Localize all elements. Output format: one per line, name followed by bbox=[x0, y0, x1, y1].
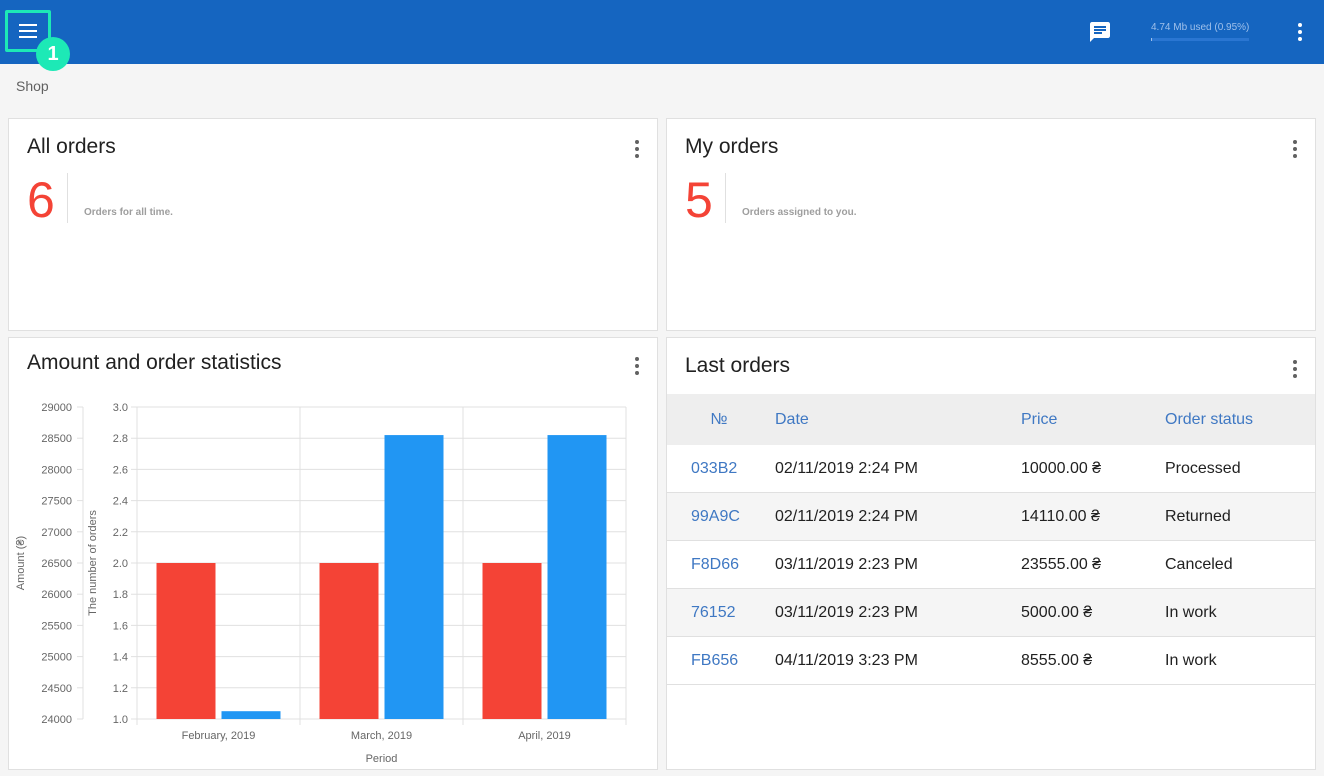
y-left-tick-label: 28500 bbox=[41, 433, 72, 445]
order-date: 02/11/2019 2:24 PM bbox=[775, 492, 1021, 541]
step-badge: 1 bbox=[36, 37, 70, 71]
more-vert-icon[interactable] bbox=[629, 356, 645, 376]
order-price: 8555.00 ₴ bbox=[1021, 636, 1165, 685]
my-orders-card: My orders 5 Orders assigned to you. bbox=[666, 118, 1316, 331]
all-orders-caption: Orders for all time. bbox=[84, 207, 173, 218]
y-left-tick-label: 25500 bbox=[41, 620, 72, 632]
x-tick-label: March, 2019 bbox=[351, 730, 412, 742]
order-price: 23555.00 ₴ bbox=[1021, 540, 1165, 589]
order-date: 04/11/2019 3:23 PM bbox=[775, 636, 1021, 685]
column-header-number[interactable]: № bbox=[667, 394, 775, 445]
y-right-tick-label: 2.4 bbox=[113, 496, 128, 508]
y-left-tick-label: 29000 bbox=[41, 402, 72, 414]
more-vert-icon[interactable] bbox=[1290, 22, 1310, 42]
last-orders-card: Last orders № Date Price Order status 03… bbox=[666, 337, 1316, 770]
menu-icon bbox=[19, 24, 37, 38]
y-left-tick-label: 24000 bbox=[41, 714, 72, 726]
table-row[interactable]: F8D66 03/11/2019 2:23 PM 23555.00 ₴ Canc… bbox=[667, 540, 1315, 589]
order-statistics-chart: 3.0 2.8 2.6 2.4 2.2 2.0 1.8 1.6 1.4 1.2 1.0 29000 28… bbox=[15, 402, 627, 765]
y-right-tick-label: 1.6 bbox=[113, 620, 128, 632]
divider bbox=[725, 173, 726, 223]
table-row[interactable]: 76152 03/11/2019 2:23 PM 5000.00 ₴ In wo… bbox=[667, 588, 1315, 637]
y-left-tick-label: 26500 bbox=[41, 558, 72, 570]
storage-usage: 4.74 Mb used (0.95%) bbox=[1151, 22, 1249, 41]
breadcrumb[interactable]: Shop bbox=[16, 78, 49, 94]
more-vert-icon[interactable] bbox=[1287, 359, 1303, 379]
table-row[interactable]: 99A9C 02/11/2019 2:24 PM 14110.00 ₴ Retu… bbox=[667, 492, 1315, 541]
table-header-row: № Date Price Order status bbox=[667, 394, 1315, 445]
order-id-link[interactable]: 033B2 bbox=[667, 445, 775, 493]
x-tick-label: February, 2019 bbox=[182, 730, 256, 742]
card-title: Amount and order statistics bbox=[27, 351, 282, 374]
more-vert-icon[interactable] bbox=[1287, 139, 1303, 159]
all-orders-card: All orders 6 Orders for all time. bbox=[8, 118, 658, 331]
all-orders-count: 6 bbox=[27, 172, 55, 228]
y-right-tick-label: 2.8 bbox=[113, 433, 128, 445]
storage-usage-text: 4.74 Mb used (0.95%) bbox=[1151, 22, 1250, 33]
x-tick-label: April, 2019 bbox=[518, 730, 571, 742]
app-bar: 1 4.74 Mb used (0.95%) bbox=[0, 0, 1324, 71]
y-left-tick-label: 26000 bbox=[41, 589, 72, 601]
order-status: Returned bbox=[1165, 492, 1315, 541]
order-price: 14110.00 ₴ bbox=[1021, 492, 1165, 541]
order-status: In work bbox=[1165, 588, 1315, 637]
y-right-tick-label: 1.4 bbox=[113, 652, 128, 664]
column-header-price[interactable]: Price bbox=[1021, 394, 1165, 445]
y-right-tick-label: 2.6 bbox=[113, 464, 128, 476]
chart-bar bbox=[482, 563, 542, 719]
chart-bar bbox=[221, 711, 281, 719]
table-row[interactable]: 033B2 02/11/2019 2:24 PM 10000.00 ₴ Proc… bbox=[667, 445, 1315, 493]
order-date: 03/11/2019 2:23 PM bbox=[775, 588, 1021, 637]
card-title: Last orders bbox=[685, 354, 791, 377]
order-id-link[interactable]: 76152 bbox=[667, 588, 775, 637]
my-orders-caption: Orders assigned to you. bbox=[742, 207, 857, 218]
chart-bar bbox=[547, 435, 607, 719]
chart-bar bbox=[319, 563, 379, 719]
chat-icon[interactable] bbox=[1088, 20, 1112, 44]
y-left-tick-label: 27000 bbox=[41, 527, 72, 539]
order-id-link[interactable]: F8D66 bbox=[667, 540, 775, 589]
chart-bar bbox=[156, 563, 216, 719]
order-id-link[interactable]: FB656 bbox=[667, 636, 775, 685]
table-row[interactable]: FB656 04/11/2019 3:23 PM 8555.00 ₴ In wo… bbox=[667, 636, 1315, 685]
more-vert-icon[interactable] bbox=[629, 139, 645, 159]
y-left-axis-label: Amount (₴) bbox=[15, 536, 27, 590]
order-price: 10000.00 ₴ bbox=[1021, 445, 1165, 493]
y-right-axis-label: The number of orders bbox=[87, 510, 99, 616]
y-right-tick-label: 1.0 bbox=[113, 714, 128, 726]
order-date: 03/11/2019 2:23 PM bbox=[775, 540, 1021, 589]
column-header-status[interactable]: Order status bbox=[1165, 394, 1315, 445]
y-left-tick-label: 27500 bbox=[41, 496, 72, 508]
order-status: In work bbox=[1165, 636, 1315, 685]
y-left-tick-label: 28000 bbox=[41, 464, 72, 476]
order-status: Processed bbox=[1165, 445, 1315, 493]
storage-progress-fill bbox=[1151, 38, 1152, 41]
y-right-tick-label: 3.0 bbox=[113, 402, 128, 414]
chart-bar bbox=[384, 435, 444, 719]
order-id-link[interactable]: 99A9C bbox=[667, 492, 775, 541]
order-date: 02/11/2019 2:24 PM bbox=[775, 445, 1021, 493]
stats-card: Amount and order statistics 3.0 2.8 2.6 2.4… bbox=[8, 337, 658, 770]
storage-progress-bar bbox=[1151, 38, 1249, 41]
y-right-tick-label: 1.2 bbox=[113, 683, 128, 695]
orders-table: № Date Price Order status 033B2 02/11/20… bbox=[667, 394, 1315, 685]
my-orders-count: 5 bbox=[685, 172, 713, 228]
order-price: 5000.00 ₴ bbox=[1021, 588, 1165, 637]
x-axis-label: Period bbox=[366, 753, 398, 765]
divider bbox=[67, 173, 68, 223]
y-right-tick-label: 1.8 bbox=[113, 589, 128, 601]
card-title: My orders bbox=[685, 135, 779, 158]
column-header-date[interactable]: Date bbox=[775, 394, 1021, 445]
y-left-tick-label: 25000 bbox=[41, 652, 72, 664]
order-status: Canceled bbox=[1165, 540, 1315, 589]
y-left-tick-label: 24500 bbox=[41, 683, 72, 695]
card-title: All orders bbox=[27, 135, 116, 158]
y-right-tick-label: 2.0 bbox=[113, 558, 128, 570]
y-right-tick-label: 2.2 bbox=[113, 527, 128, 539]
